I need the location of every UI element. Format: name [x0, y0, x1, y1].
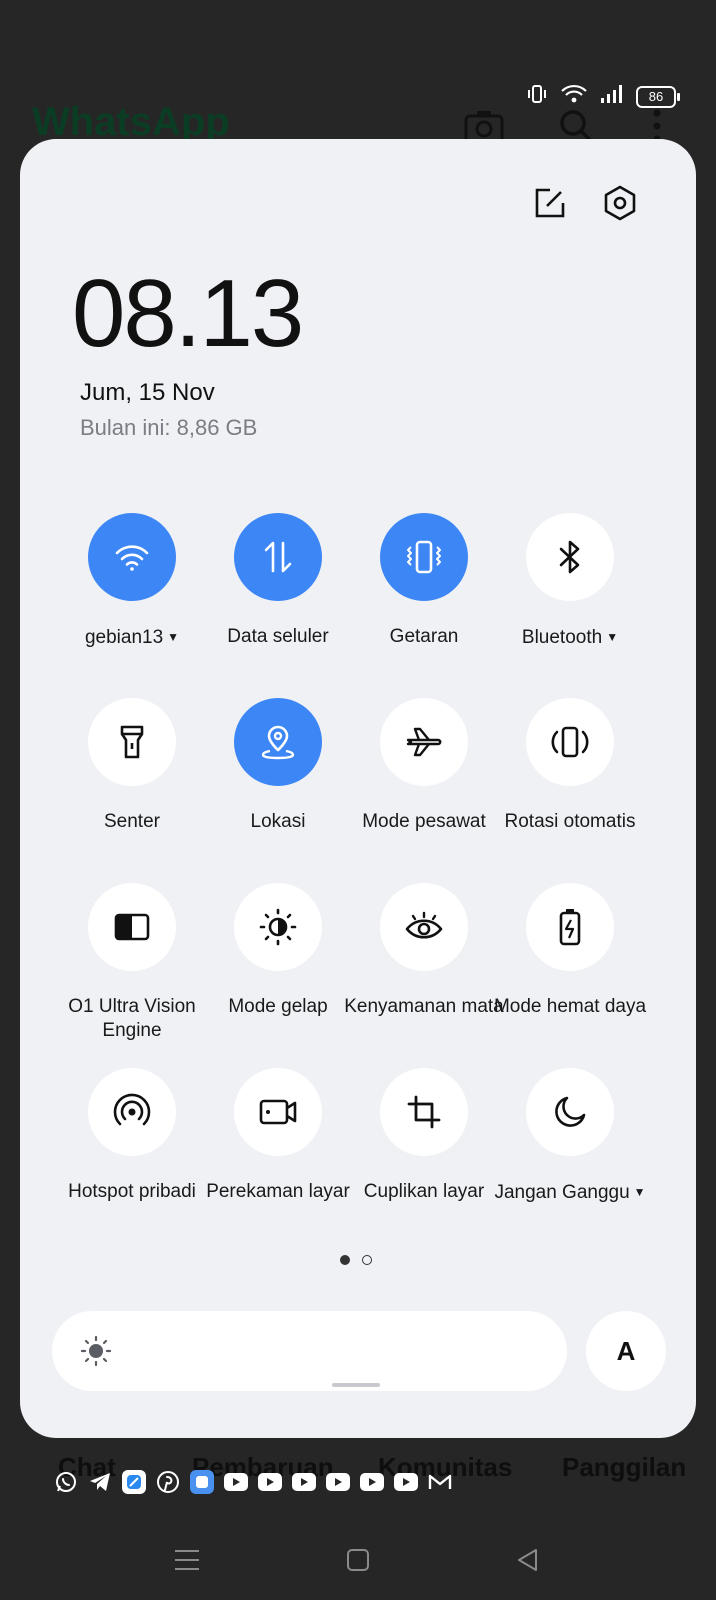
screen-record-icon [234, 1068, 322, 1156]
status-bar: 86 [526, 84, 680, 109]
date: Jum, 15 Nov [80, 379, 215, 406]
caret-down-icon: ▼ [606, 630, 619, 644]
page-dot[interactable] [362, 1255, 372, 1265]
do-not-disturb-icon [526, 1068, 614, 1156]
tile-label: O1 Ultra Vision Engine [68, 996, 196, 1041]
quick-settings-panel: 08.13 Jum, 15 Nov Bulan ini: 8,86 GB geb… [20, 139, 696, 1438]
tile-label: Mode gelap [228, 996, 328, 1017]
caret-down-icon: ▼ [633, 1185, 646, 1199]
home-icon[interactable] [338, 1540, 378, 1580]
screenshot-icon [380, 1068, 468, 1156]
gmail-icon [428, 1470, 452, 1494]
tile-hotspot[interactable]: Hotspot pribadi [52, 1068, 212, 1204]
flashlight-icon [88, 698, 176, 786]
tile-label: Data seluler [227, 626, 329, 647]
tile-label: Jangan Ganggu [494, 1182, 630, 1203]
app-blue-icon [122, 1470, 146, 1494]
youtube-icon [258, 1473, 282, 1491]
tile-label: Lokasi [250, 811, 306, 832]
tile-label: Senter [104, 811, 160, 832]
tile-flashlight[interactable]: Senter [52, 698, 212, 834]
mobile-data-icon [234, 513, 322, 601]
recent-apps-icon[interactable] [167, 1540, 207, 1580]
tile-do-not-disturb[interactable]: Jangan Ganggu ▼ [490, 1068, 650, 1205]
location-icon [234, 698, 322, 786]
bluetooth-icon [526, 513, 614, 601]
tile-vision-engine[interactable]: O1 Ultra Vision Engine [52, 883, 212, 1043]
tile-dark-mode[interactable]: Mode gelap [198, 883, 358, 1019]
back-icon[interactable] [508, 1540, 548, 1580]
tile-battery-saver[interactable]: Mode hemat daya [490, 883, 650, 1019]
dark-mode-icon [234, 883, 322, 971]
tile-label: Mode hemat daya [493, 996, 647, 1017]
wifi-status-icon [560, 84, 588, 109]
pinterest-icon [156, 1470, 180, 1494]
tile-airplane[interactable]: Mode pesawat [344, 698, 504, 834]
youtube-icon [394, 1473, 418, 1491]
data-usage[interactable]: Bulan ini: 8,86 GB [80, 415, 257, 441]
tile-label: gebian13 [84, 627, 164, 648]
caret-down-icon: ▼ [167, 630, 180, 644]
hotspot-icon [88, 1068, 176, 1156]
youtube-icon [326, 1473, 350, 1491]
edit-icon[interactable] [528, 181, 572, 225]
tile-label: Perekaman layar [206, 1181, 350, 1202]
settings-gear-icon[interactable] [598, 181, 642, 225]
vibrate-icon [380, 513, 468, 601]
tile-label: Mode pesawat [362, 811, 486, 832]
tile-wifi[interactable]: gebian13 ▼ [52, 513, 212, 650]
battery-icon: 86 [636, 85, 680, 108]
navigation-bar [0, 1540, 716, 1580]
app-square-icon [190, 1470, 214, 1494]
tab-calls[interactable]: Panggilan [562, 1452, 686, 1483]
notification-icons [54, 1470, 452, 1494]
tile-label: Hotspot pribadi [68, 1181, 196, 1202]
tile-auto-rotate[interactable]: Rotasi otomatis [490, 698, 650, 834]
airplane-icon [380, 698, 468, 786]
tile-location[interactable]: Lokasi [198, 698, 358, 834]
wifi-icon [88, 513, 176, 601]
battery-saver-icon [526, 883, 614, 971]
tile-eye-comfort[interactable]: Kenyamanan mata [344, 883, 504, 1019]
telegram-icon [88, 1470, 112, 1494]
tile-label: Cuplikan layar [363, 1181, 485, 1202]
eye-comfort-icon [380, 883, 468, 971]
tile-vibrate[interactable]: Getaran [344, 513, 504, 649]
youtube-icon [292, 1473, 316, 1491]
tile-screen-record[interactable]: Perekaman layar [198, 1068, 358, 1204]
page-dot-active[interactable] [340, 1255, 350, 1265]
auto-brightness-button[interactable]: A [586, 1311, 666, 1391]
signal-icon [600, 84, 624, 109]
clock: 08.13 [72, 260, 304, 367]
tile-label: Bluetooth [521, 627, 603, 648]
page-indicator [340, 1255, 372, 1265]
brightness-sun-icon [80, 1335, 112, 1372]
brightness-slider[interactable] [52, 1311, 567, 1391]
whatsapp-icon [54, 1470, 78, 1494]
youtube-icon [360, 1473, 384, 1491]
auto-rotate-icon [526, 698, 614, 786]
vision-engine-icon [88, 883, 176, 971]
panel-drag-handle[interactable] [332, 1383, 380, 1387]
tile-label: Getaran [389, 626, 459, 647]
tile-label: Kenyamanan mata [344, 996, 504, 1017]
youtube-icon [224, 1473, 248, 1491]
vibrate-status-icon [526, 84, 548, 109]
tile-label: Rotasi otomatis [504, 811, 636, 832]
tile-bluetooth[interactable]: Bluetooth ▼ [490, 513, 650, 650]
tile-screenshot[interactable]: Cuplikan layar [344, 1068, 504, 1204]
tile-mobile-data[interactable]: Data seluler [198, 513, 358, 649]
